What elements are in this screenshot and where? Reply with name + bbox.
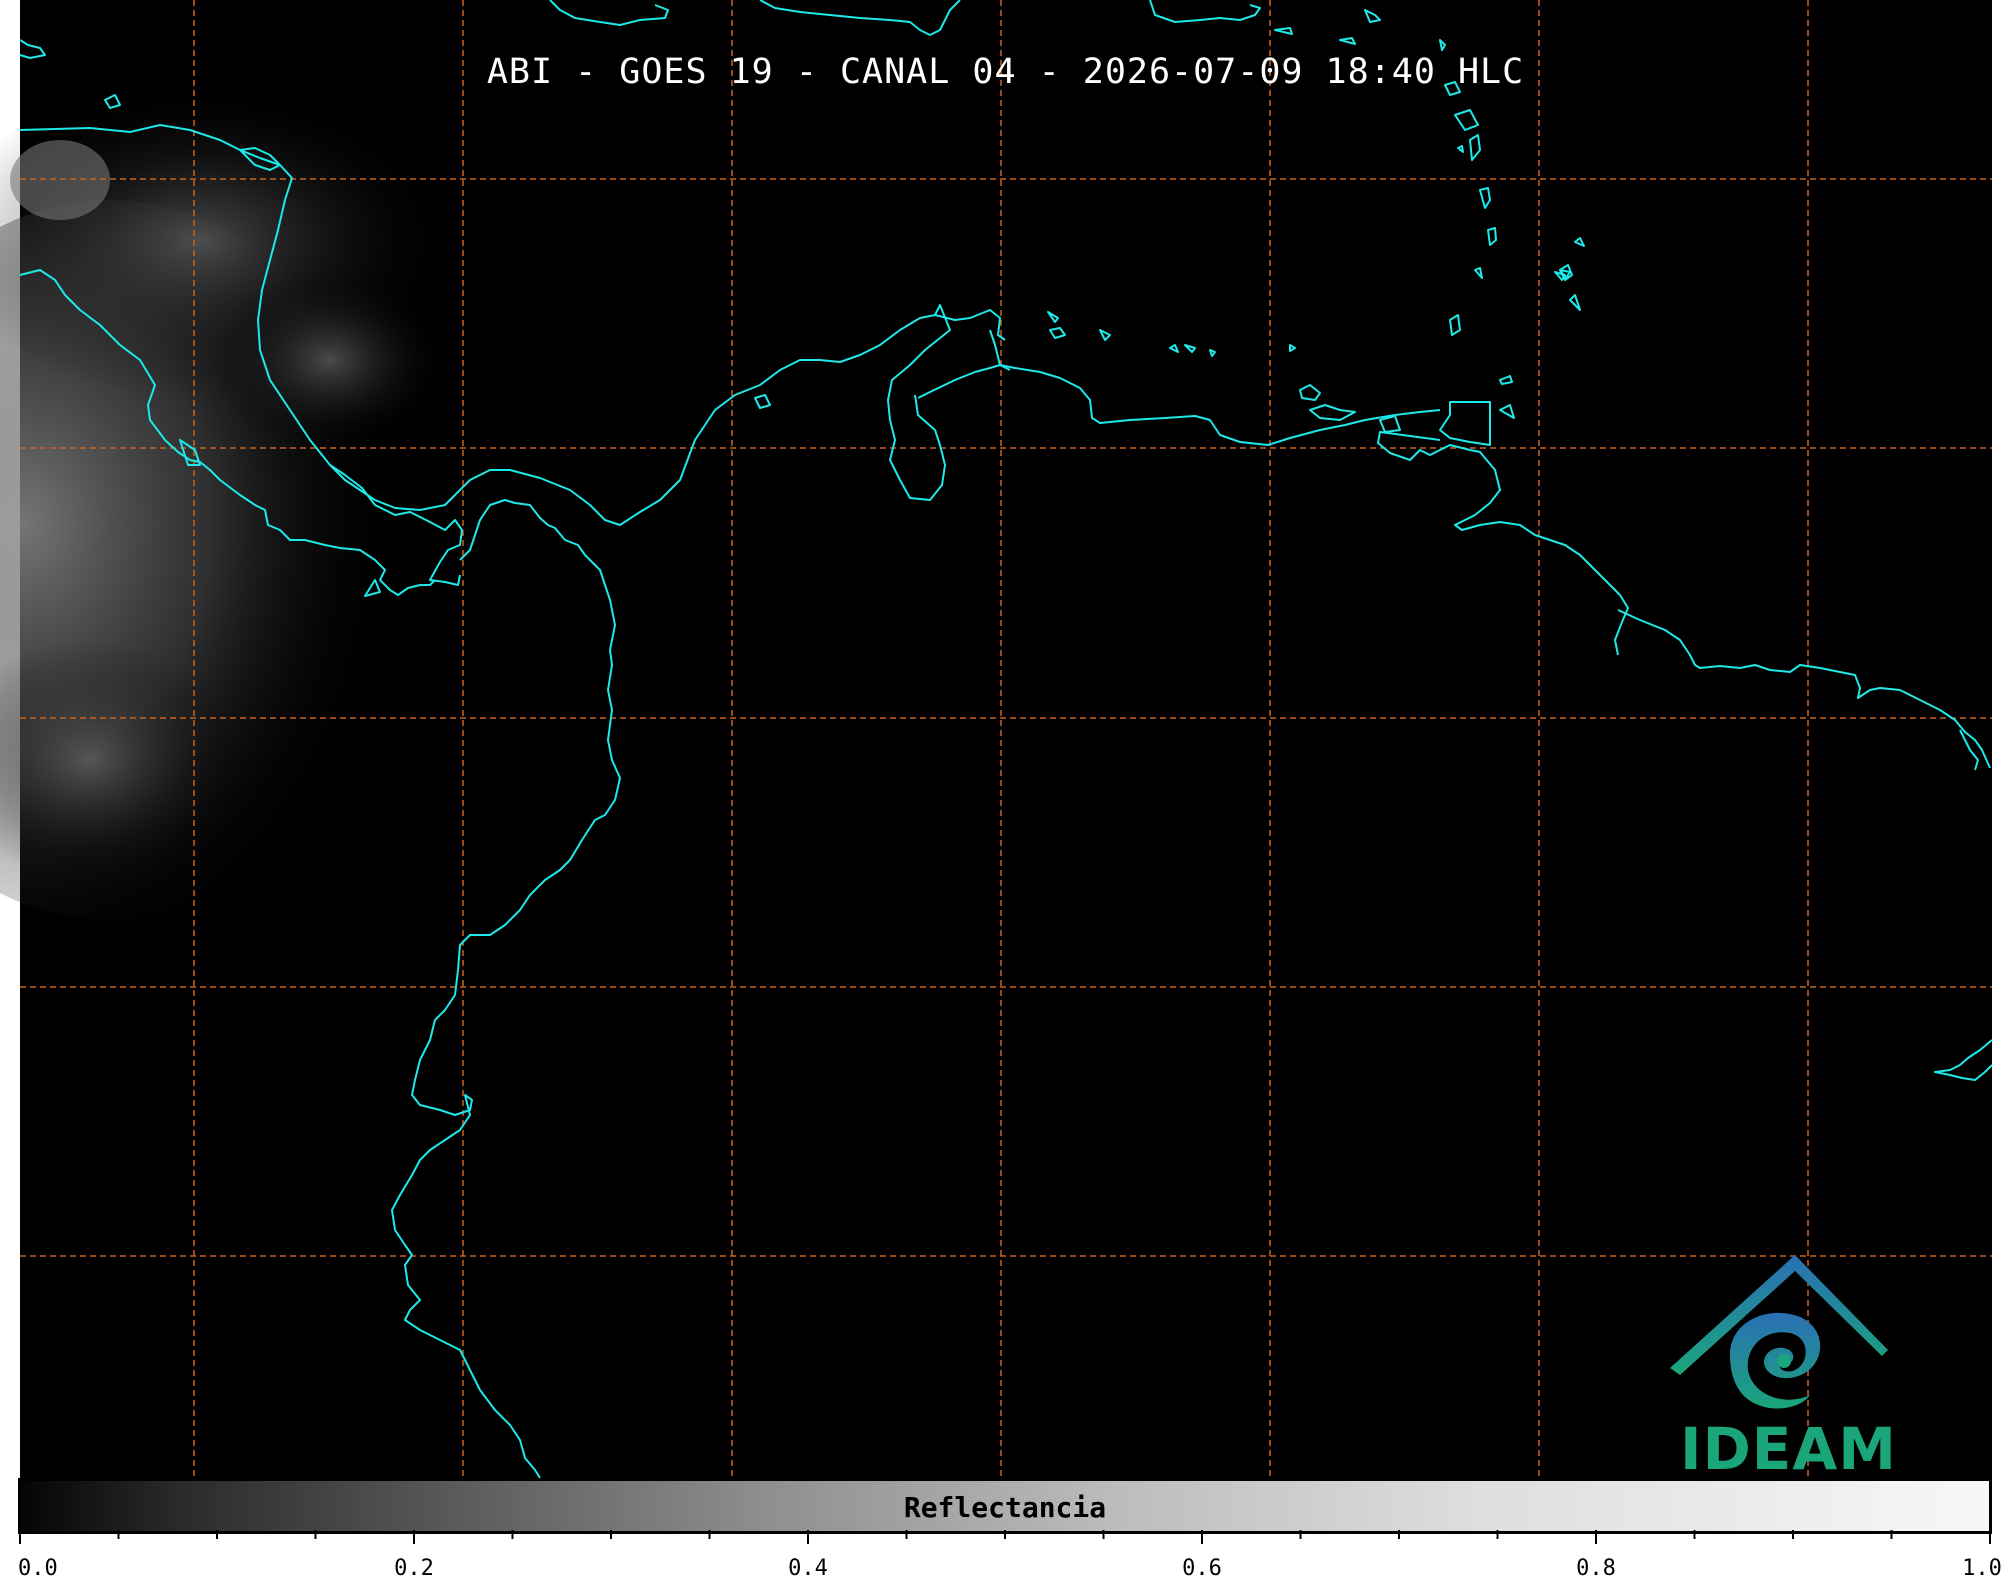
colorbar-tick-label: 1.0 <box>1962 1556 2002 1581</box>
colorbar-tick-label: 0.4 <box>788 1556 828 1581</box>
colorbar-tick-label: 0.2 <box>394 1556 434 1581</box>
ideam-logo-text: IDEAM <box>1680 1415 1897 1483</box>
colorbar-tick-label: 0.0 <box>18 1556 58 1581</box>
colorbar-tick-label: 0.8 <box>1576 1556 1616 1581</box>
colorbar: Reflectancia <box>18 1478 1992 1534</box>
colorbar-label: Reflectancia <box>903 1491 1107 1524</box>
colorbar-tick-label: 0.6 <box>1182 1556 1222 1581</box>
map-title: ABI - GOES 19 - CANAL 04 - 2026-07-09 18… <box>486 52 1525 92</box>
colorbar-ticks <box>19 1530 1991 1544</box>
